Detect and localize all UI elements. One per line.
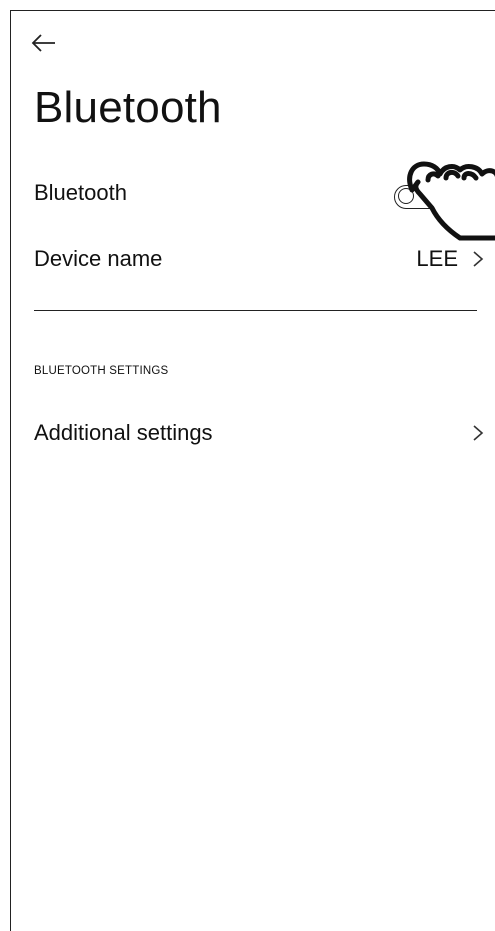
- bluetooth-row[interactable]: Bluetooth: [34, 169, 495, 217]
- bluetooth-label: Bluetooth: [34, 180, 127, 205]
- device-name-row[interactable]: Device name LEE: [34, 235, 495, 283]
- section-header: BLUETOOTH SETTINGS: [34, 365, 169, 377]
- additional-settings-label: Additional settings: [34, 420, 213, 445]
- device-name-label: Device name: [34, 246, 163, 271]
- divider: [34, 310, 477, 311]
- toggle-knob: [398, 188, 414, 204]
- phone-screen: Bluetooth Bluetooth Device name LEE BLUE…: [10, 10, 495, 931]
- page-title: Bluetooth: [34, 83, 222, 132]
- chevron-right-icon: [473, 425, 484, 441]
- bluetooth-toggle[interactable]: [394, 185, 448, 209]
- back-button[interactable]: [29, 31, 59, 55]
- arrow-left-icon: [31, 34, 55, 52]
- additional-settings-row[interactable]: Additional settings: [34, 409, 495, 457]
- chevron-right-icon: [473, 251, 484, 267]
- device-name-value: LEE: [416, 246, 458, 271]
